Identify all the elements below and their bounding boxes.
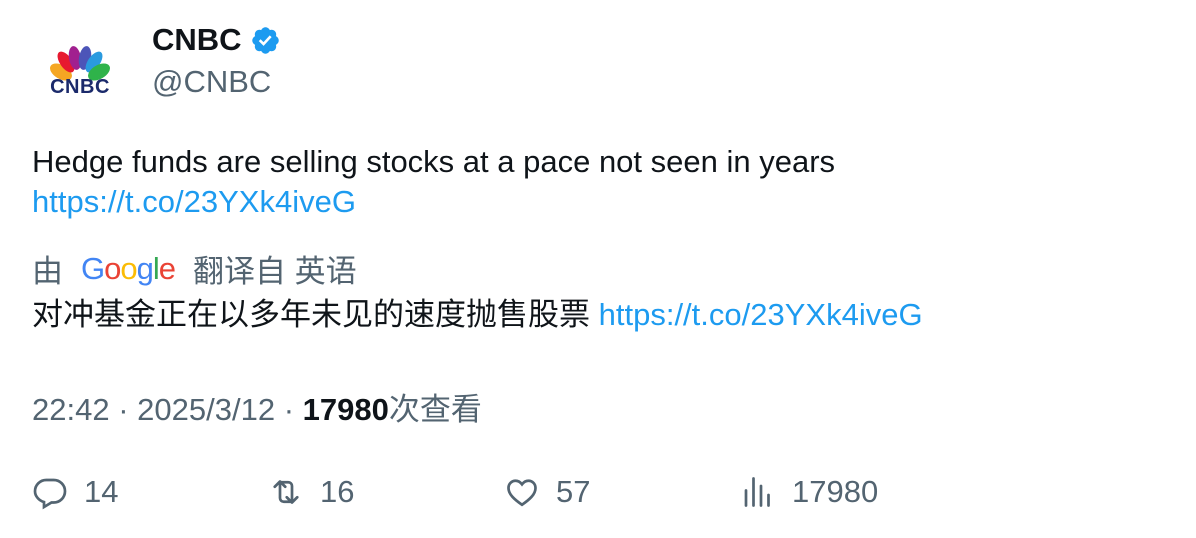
views-label: 次查看 [388,392,482,427]
translated-body: 对冲基金正在以多年未见的速度抛售股票 [32,297,590,332]
like-button[interactable]: 57 [504,470,590,514]
retweet-count: 16 [320,474,355,509]
heart-icon [507,479,537,507]
retweet-button[interactable]: 16 [268,470,354,514]
views-button[interactable]: 17980 [740,470,878,514]
display-name-text: CNBC [152,22,242,57]
analytics-icon [744,477,770,507]
tweet-body: Hedge funds are selling stocks at a pace… [32,144,836,179]
tweet-meta: 22:42 · 2025/3/12 · 17980次查看 [32,384,482,429]
handle[interactable]: @CNBC [152,64,271,100]
verified-badge-icon [250,25,281,56]
reply-icon [33,478,67,510]
translated-link[interactable]: https://t.co/23YXk4iveG [599,297,923,332]
avatar[interactable]: CNBC [32,26,128,122]
action-bar: 14 16 57 17980 [32,470,1162,514]
reply-count: 14 [84,474,119,509]
retweet-icon [273,480,299,504]
tweet-link[interactable]: https://t.co/23YXk4iveG [32,184,356,219]
tweet-time[interactable]: 22:42 [32,392,110,427]
cnbc-peacock-logo [50,46,110,81]
google-logo: Google [81,250,176,286]
tweet-date[interactable]: 2025/3/12 [137,392,275,427]
translation-suffix: 翻译自 英语 [193,254,357,289]
tweet-text: Hedge funds are selling stocks at a pace… [32,142,1162,222]
like-count: 57 [556,474,591,509]
translated-text: 对冲基金正在以多年未见的速度抛售股票 https://t.co/23YXk4iv… [32,295,923,335]
translation-prefix: 由 [32,254,63,289]
avatar-wordmark: CNBC [50,76,110,98]
display-name[interactable]: CNBC [152,22,281,58]
meta-separator: · [118,392,129,427]
meta-separator-2: · [283,392,295,427]
views-action-count: 17980 [792,474,879,509]
reply-button[interactable]: 14 [32,470,118,514]
views-count: 17980 [302,392,389,427]
translation-attribution: 由 Google 翻译自 英语 [32,246,357,291]
